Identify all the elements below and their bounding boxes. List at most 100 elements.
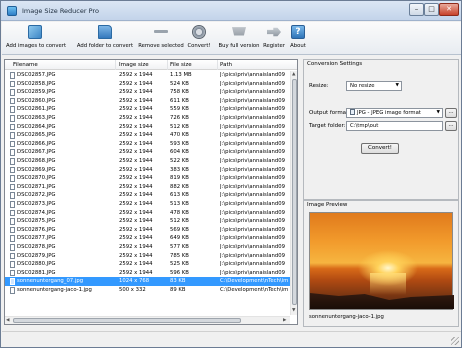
cell-path: J:\pics\priv\annaisland09 (220, 72, 285, 78)
cell-path: J:\pics\priv\annaisland09 (220, 166, 285, 173)
table-row[interactable]: sonnenuntergang-jaco-1.jpg 500 x 332 89 KB… (5, 286, 290, 295)
cell-filename: DSC02868.JPG (17, 158, 56, 164)
table-row[interactable]: DSC02870.JPG 2592 x 1944 819 KB J:\pics\pri… (5, 174, 290, 183)
table-row[interactable]: DSC02873.JPG 2592 x 1944 513 KB J:\pics\pri… (5, 200, 290, 209)
register-button[interactable]: Register (262, 24, 286, 54)
horizontal-scrollbar[interactable]: ◀ ▶ (5, 316, 290, 324)
cell-filename: DSC02875.JPG (17, 218, 56, 225)
about-button[interactable]: ? About (289, 24, 307, 54)
table-row[interactable]: DSC02876.JPG 2592 x 1944 569 KB J:\pics\pri… (5, 226, 290, 235)
vertical-scrollbar[interactable]: ▲ ▼ (290, 71, 297, 315)
remove-selected-button[interactable]: Remove selected (138, 24, 184, 54)
cell-filename: DSC02858.JPG (17, 80, 56, 87)
output-format-select[interactable]: JPG - JPEG image format ▼ (346, 108, 443, 118)
status-bar (2, 331, 461, 347)
table-row[interactable]: DSC02857.JPG 2592 x 1944 1.13 MB J:\pics\pr… (5, 71, 290, 80)
cell-file-size: 593 KB (170, 140, 189, 147)
target-folder-input[interactable]: C:\tmp\out (346, 121, 443, 131)
cell-file-size: 525 KB (170, 261, 189, 268)
convert-toolbar-button[interactable]: Convert! (186, 24, 212, 54)
table-row[interactable]: DSC02877.JPG 2592 x 1944 649 KB J:\pics\pri… (5, 234, 290, 243)
table-row[interactable]: DSC02867.JPG 2592 x 1944 604 KB J:\pics\pri… (5, 148, 290, 157)
table-row[interactable]: DSC02860.JPG 2592 x 1944 611 KB J:\pics\pri… (5, 97, 290, 106)
resize-select[interactable]: No resize ▼ (346, 81, 402, 91)
maximize-button[interactable]: □ (424, 3, 439, 16)
cell-path: J:\pics\priv\annaisland09 (220, 158, 285, 164)
target-folder-label: Target folder: (309, 123, 346, 129)
cell-image-size: 2592 x 1944 (119, 183, 153, 190)
app-icon[interactable] (7, 6, 17, 16)
cell-image-size: 2592 x 1944 (119, 89, 153, 96)
column-header-image-size[interactable]: Image size (119, 62, 149, 68)
cell-image-size: 2592 x 1944 (119, 252, 153, 259)
cell-path: J:\pics\priv\annaisland09 (220, 218, 285, 225)
column-header-file-size[interactable]: File size (170, 62, 192, 68)
table-row[interactable]: DSC02880.JPG 2592 x 1944 525 KB J:\pics\pri… (5, 260, 290, 269)
column-divider[interactable] (167, 60, 168, 70)
table-row[interactable]: DSC02874.JPG 2592 x 1944 478 KB J:\pics\pri… (5, 209, 290, 218)
cell-path: J:\pics\priv\annaisland09 (220, 175, 285, 182)
help-icon: ? (291, 25, 305, 39)
table-row[interactable]: DSC02881.JPG 2592 x 1944 596 KB J:\pics\pri… (5, 269, 290, 278)
close-button[interactable]: ✕ (439, 3, 459, 16)
table-row[interactable]: DSC02859.JPG 2592 x 1944 758 KB J:\pics\pri… (5, 88, 290, 97)
horizontal-scroll-thumb[interactable] (13, 318, 241, 323)
scroll-left-icon[interactable]: ◀ (6, 318, 9, 323)
key-icon (267, 27, 281, 37)
table-row[interactable]: DSC02879.JPG 2592 x 1944 785 KB J:\pics\pri… (5, 252, 290, 261)
file-icon (10, 269, 15, 277)
table-row[interactable]: DSC02864.JPG 2592 x 1944 512 KB J:\pics\pri… (5, 123, 290, 132)
cell-path: J:\pics\priv\annaisland09 (220, 89, 285, 96)
cell-path: J:\pics\priv\annaisland09 (220, 226, 285, 233)
table-row[interactable]: DSC02869.JPG 2592 x 1944 383 KB J:\pics\pri… (5, 166, 290, 175)
add-images-button[interactable]: Add images to convert (6, 24, 66, 54)
cell-filename: DSC02866.JPG (17, 140, 56, 147)
output-format-browse-button[interactable]: ... (445, 108, 457, 118)
resize-grip-icon[interactable] (451, 337, 459, 345)
file-icon (10, 218, 15, 225)
table-row[interactable]: DSC02865.JPG 2592 x 1944 470 KB J:\pics\pri… (5, 131, 290, 140)
file-icon (10, 72, 15, 79)
cell-filename: DSC02874.JPG (17, 209, 56, 216)
table-row[interactable]: DSC02866.JPG 2592 x 1944 593 KB J:\pics\pri… (5, 140, 290, 149)
add-folder-button[interactable]: Add folder to convert (74, 24, 136, 54)
table-row[interactable]: sonnenuntergang_07.jpg 1024 x 768 83 KB C:\… (5, 277, 290, 286)
scroll-up-icon[interactable]: ▲ (292, 72, 295, 77)
buy-full-version-label: Buy full version (218, 43, 260, 49)
target-folder-browse-button[interactable]: ... (445, 121, 457, 131)
convert-button[interactable]: Convert! (361, 143, 399, 154)
cell-filename: DSC02857.JPG (17, 72, 56, 78)
file-list[interactable]: Filename Image size File size Path DSC02… (4, 59, 298, 325)
cell-filename: sonnenuntergang_07.jpg (17, 278, 84, 285)
column-divider[interactable] (217, 60, 218, 70)
table-row[interactable]: DSC02872.JPG 2592 x 1944 613 KB J:\pics\pri… (5, 191, 290, 200)
scroll-down-icon[interactable]: ▼ (292, 308, 295, 313)
vertical-scroll-thumb[interactable] (292, 79, 297, 305)
table-row[interactable]: DSC02871.JPG 2592 x 1944 882 KB J:\pics\pri… (5, 183, 290, 192)
table-row[interactable]: DSC02878.JPG 2592 x 1944 577 KB J:\pics\pri… (5, 243, 290, 252)
cell-file-size: 559 KB (170, 106, 189, 113)
cell-image-size: 2592 x 1944 (119, 226, 153, 233)
column-header-filename[interactable]: Filename (13, 62, 38, 68)
table-row[interactable]: DSC02868.JPG 2592 x 1944 522 KB J:\pics\pri… (5, 157, 290, 166)
buy-full-version-button[interactable]: Buy full version (218, 24, 260, 54)
file-icon (10, 261, 15, 268)
title-bar[interactable]: Image Size Reducer Pro – □ ✕ (1, 1, 461, 21)
file-icon (10, 192, 15, 199)
table-row[interactable]: DSC02875.JPG 2592 x 1944 512 KB J:\pics\pri… (5, 217, 290, 226)
column-divider[interactable] (115, 60, 116, 70)
table-row[interactable]: DSC02863.JPG 2592 x 1944 726 KB J:\pics\pri… (5, 114, 290, 123)
convert-label: Convert! (187, 43, 211, 49)
cell-image-size: 2592 x 1944 (119, 269, 153, 276)
column-header-path[interactable]: Path (220, 62, 232, 68)
cell-image-size: 2592 x 1944 (119, 140, 153, 147)
table-row[interactable]: DSC02858.JPG 2592 x 1944 524 KB J:\pics\pri… (5, 80, 290, 89)
cell-image-size: 2592 x 1944 (119, 80, 153, 87)
minimize-button[interactable]: – (409, 3, 424, 16)
file-icon (10, 97, 15, 105)
table-row[interactable]: DSC02861.JPG 2592 x 1944 559 KB J:\pics\pri… (5, 105, 290, 114)
scroll-right-icon[interactable]: ▶ (283, 318, 286, 323)
add-images-icon (28, 25, 42, 39)
cell-filename: DSC02870.JPG (17, 175, 56, 182)
cell-file-size: 604 KB (170, 149, 189, 156)
